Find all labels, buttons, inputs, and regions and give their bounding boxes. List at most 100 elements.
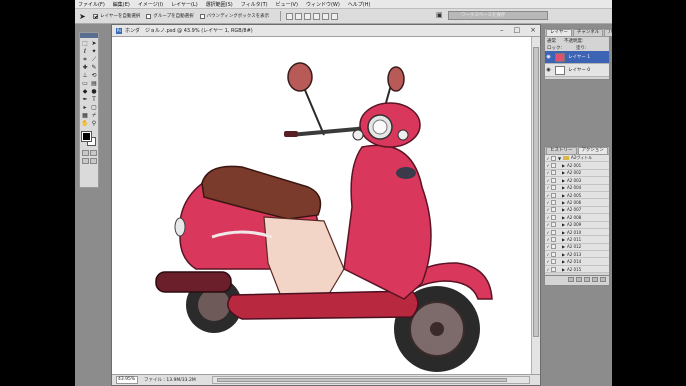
dialog-toggle[interactable]	[551, 214, 556, 220]
maximize-icon[interactable]: □	[514, 26, 521, 35]
action-row[interactable]: ✓ ▶ A2 014	[545, 258, 609, 266]
gradient-tool-icon[interactable]: ▤	[90, 80, 98, 87]
align-right-button[interactable]	[331, 12, 339, 20]
vertical-scroll-thumb[interactable]	[533, 47, 539, 337]
menu-file[interactable]: ファイル(F)	[78, 1, 105, 8]
tab-layers[interactable]: レイヤー	[546, 29, 572, 36]
menu-help[interactable]: ヘルプ(H)	[348, 1, 371, 8]
action-row[interactable]: ✓ ▶ A2 011	[545, 236, 609, 244]
slice-tool-icon[interactable]: ⟋	[90, 56, 98, 63]
minimize-icon[interactable]: –	[500, 26, 504, 35]
menu-view[interactable]: ビュー(V)	[276, 1, 298, 8]
eye-icon[interactable]: ◉	[545, 54, 552, 60]
dialog-toggle[interactable]	[551, 185, 556, 191]
action-row[interactable]: ✓ ▶ A2 003	[545, 177, 609, 185]
delete-button[interactable]	[600, 277, 606, 282]
action-row[interactable]: ✓ ▶ A2 005	[545, 191, 609, 200]
menu-window[interactable]: ウィンドウ(W)	[306, 1, 340, 8]
dialog-toggle[interactable]	[551, 155, 556, 161]
quick-mask-button[interactable]	[90, 150, 97, 156]
crop-tool-icon[interactable]: ⌗	[81, 56, 89, 63]
align-center-button[interactable]	[322, 12, 330, 20]
dialog-toggle[interactable]	[551, 244, 556, 250]
auto-select-layer-checkbox[interactable]: レイヤーを自動選択	[93, 13, 140, 19]
lasso-tool-icon[interactable]: ℓ	[81, 48, 89, 55]
healing-brush-tool-icon[interactable]: ✚	[81, 64, 89, 71]
menu-select[interactable]: 選択範囲(S)	[206, 1, 233, 8]
dialog-toggle[interactable]	[551, 259, 556, 265]
workspace-icon[interactable]: ▣	[436, 11, 444, 20]
action-set-row[interactable]: ✓ ▼ A2ヴィトル	[545, 155, 609, 163]
vertical-scrollbar[interactable]	[531, 37, 540, 375]
dialog-toggle[interactable]	[551, 192, 556, 198]
path-select-tool-icon[interactable]: ▸	[81, 104, 89, 111]
move-tool-icon[interactable]: ➤	[79, 11, 93, 22]
dialog-toggle[interactable]	[551, 163, 556, 169]
dialog-toggle[interactable]	[551, 251, 556, 257]
action-row[interactable]: ✓ ▶ A2 009	[545, 221, 609, 229]
action-row[interactable]: ✓ ▶ A2 015	[545, 265, 609, 274]
tab-history[interactable]: ヒストリー	[546, 147, 577, 154]
align-top-button[interactable]	[286, 12, 294, 20]
action-row[interactable]: ✓ ▶ A2 006	[545, 199, 609, 207]
layer-row-layer-1[interactable]: ◉ レイヤー 1	[545, 51, 609, 64]
foreground-color-swatch[interactable]	[81, 131, 92, 142]
brush-tool-icon[interactable]: ✎	[90, 64, 98, 71]
menu-filter[interactable]: フィルタ(T)	[241, 1, 268, 8]
menu-image[interactable]: イメージ(I)	[138, 1, 163, 8]
tab-paths[interactable]: パス	[604, 29, 612, 36]
auto-select-group-checkbox[interactable]: グループを自動選択	[146, 13, 194, 19]
align-bottom-button[interactable]	[304, 12, 312, 20]
align-left-button[interactable]	[313, 12, 321, 20]
zoom-tool-icon[interactable]: ⚲	[90, 120, 98, 127]
file-size-info[interactable]: ファイル : 13.9M/33.2M	[144, 377, 196, 383]
menu-layer[interactable]: レイヤー(L)	[171, 1, 198, 8]
move-tool-icon[interactable]: ➤	[90, 40, 98, 47]
screen-mode-full-button[interactable]	[90, 158, 97, 164]
eye-icon[interactable]: ◉	[545, 67, 552, 73]
magic-wand-tool-icon[interactable]: ✦	[90, 48, 98, 55]
tab-actions[interactable]: アクション	[577, 147, 608, 154]
blur-tool-icon[interactable]: ◆	[81, 88, 89, 95]
show-bounding-box-checkbox[interactable]: バウンディングボックスを表示	[199, 13, 269, 19]
new-action-button[interactable]	[592, 277, 598, 282]
blend-mode-select[interactable]: 通常	[547, 38, 556, 44]
action-row[interactable]: ✓ ▶ A2 010	[545, 228, 609, 237]
dialog-toggle[interactable]	[551, 229, 556, 235]
record-button[interactable]	[576, 277, 582, 282]
action-row[interactable]: ✓ ▶ A2 001	[545, 162, 609, 170]
dialog-toggle[interactable]	[551, 236, 556, 242]
horizontal-scrollbar[interactable]	[212, 376, 530, 384]
action-row[interactable]: ✓ ▶ A2 012	[545, 243, 609, 252]
pen-tool-icon[interactable]: ✒	[81, 96, 89, 103]
zoom-field[interactable]: 43.95%	[116, 376, 138, 384]
type-tool-icon[interactable]: T	[90, 96, 98, 103]
action-row[interactable]: ✓ ▶ A2 004	[545, 184, 609, 192]
horizontal-scroll-thumb[interactable]	[217, 378, 507, 382]
close-icon[interactable]: ×	[530, 26, 536, 35]
align-middle-button[interactable]	[295, 12, 303, 20]
dialog-toggle[interactable]	[551, 222, 556, 228]
stop-button[interactable]	[568, 277, 574, 282]
action-row[interactable]: ✓ ▶ A2 013	[545, 251, 609, 259]
layer-row-layer-0[interactable]: ◉ レイヤー 0	[545, 64, 609, 77]
stamp-tool-icon[interactable]: ⊥	[81, 72, 89, 79]
dialog-toggle[interactable]	[551, 266, 556, 272]
standard-mode-button[interactable]	[82, 150, 89, 156]
history-brush-tool-icon[interactable]: ⟲	[90, 72, 98, 79]
dialog-toggle[interactable]	[551, 207, 556, 213]
dodge-tool-icon[interactable]: ●	[90, 88, 98, 95]
marquee-tool-icon[interactable]: ⬚	[81, 40, 89, 47]
eyedropper-tool-icon[interactable]: ⌿	[90, 112, 98, 119]
workspace-field[interactable]: ワークスペースを保存	[448, 11, 548, 20]
dialog-toggle[interactable]	[551, 170, 556, 176]
eraser-tool-icon[interactable]: ▭	[81, 80, 89, 87]
action-row[interactable]: ✓ ▶ A2 008	[545, 214, 609, 222]
tab-channels[interactable]: チャンネル	[572, 29, 604, 36]
dialog-toggle[interactable]	[551, 200, 556, 206]
screen-mode-standard-button[interactable]	[82, 158, 89, 164]
dialog-toggle[interactable]	[551, 177, 556, 183]
play-button[interactable]	[584, 277, 590, 282]
hand-tool-icon[interactable]: ✋	[81, 120, 89, 127]
document-title-bar[interactable]: Ps ホンダ ジョルノ.psd @ 43.9% (レイヤー 1, RGB/8#)…	[112, 25, 540, 37]
